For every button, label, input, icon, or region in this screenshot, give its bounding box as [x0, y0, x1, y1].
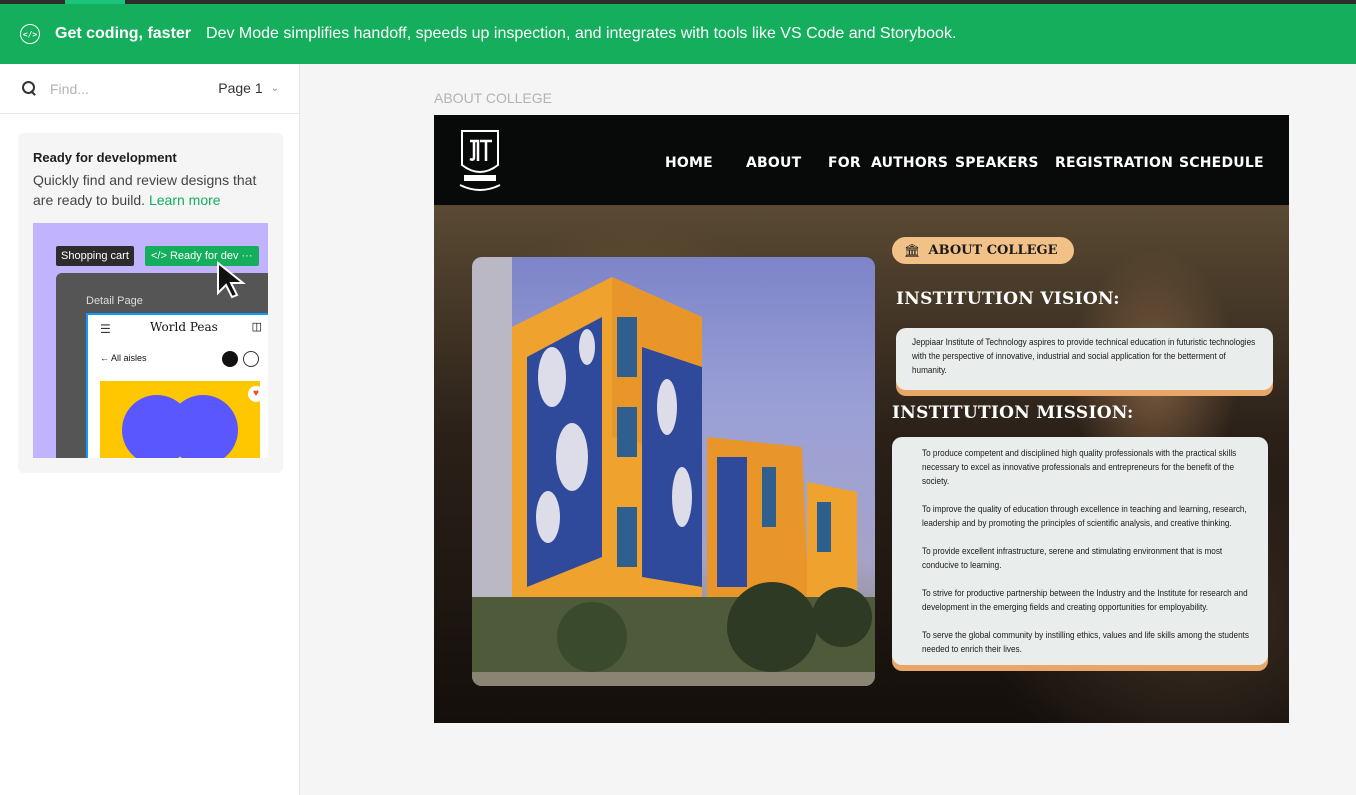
- dev-mode-banner: </> Get coding, faster Dev Mode simplifi…: [0, 4, 1356, 64]
- mission-item: To improve the quality of education thro…: [922, 504, 1247, 529]
- site-navbar: HOME ABOUT FOR AUTHORS SPEAKERS REGISTRA…: [434, 115, 1289, 205]
- preview-brand: World Peas: [150, 320, 218, 334]
- preview-aisles-label: All aisles: [111, 353, 147, 363]
- grid-icon: [222, 351, 238, 367]
- mission-list: To produce competent and disciplined hig…: [922, 447, 1257, 657]
- nav-speakers[interactable]: SPEAKERS: [955, 155, 1039, 171]
- mission-item: To provide excellent infrastructure, ser…: [922, 546, 1223, 571]
- nav-home[interactable]: HOME: [665, 155, 713, 171]
- vision-box: Jeppiaar Institute of Technology aspires…: [896, 328, 1273, 390]
- mission-item: To produce competent and disciplined hig…: [922, 448, 1237, 487]
- page-selector-label: Page 1: [218, 80, 263, 96]
- ready-for-dev-card: Ready for development Quickly find and r…: [18, 133, 283, 473]
- search-row: Page 1 ⌄: [0, 64, 299, 114]
- college-building-photo: [472, 257, 875, 686]
- search-input[interactable]: [50, 80, 180, 97]
- basket-icon: ◫: [251, 321, 262, 333]
- preview-code-icon: </>: [151, 250, 170, 262]
- left-sidebar: Page 1 ⌄ Ready for development Quickly f…: [0, 64, 300, 795]
- list-icon: [243, 351, 259, 367]
- card-description-text: Quickly find and review designs that are…: [33, 172, 257, 208]
- page-selector[interactable]: Page 1 ⌄: [218, 80, 279, 96]
- institution-icon: 🏛: [904, 242, 921, 258]
- code-icon: </>: [20, 24, 40, 44]
- preview-frame: Detail Page ☰ World Peas ◫ ← All aisles …: [56, 273, 268, 458]
- heart-icon: ♥: [248, 386, 260, 402]
- vision-heading: INSTITUTION VISION:: [896, 289, 1120, 309]
- building-illustration: [472, 257, 875, 686]
- menu-icon: ☰: [100, 322, 111, 336]
- college-logo: [459, 130, 501, 191]
- badge-label: ABOUT COLLEGE: [928, 243, 1058, 258]
- mission-heading: INSTITUTION MISSION:: [892, 403, 1134, 423]
- preview-aisles: ← All aisles: [100, 353, 147, 363]
- preview-cart-tag: Shopping cart: [56, 246, 134, 266]
- preview-phone: ☰ World Peas ◫ ← All aisles ♥: [86, 313, 268, 458]
- learn-more-link[interactable]: Learn more: [149, 192, 221, 208]
- vision-text: Jeppiaar Institute of Technology aspires…: [912, 337, 1256, 376]
- feature-preview-image: Shopping cart </> Ready for dev ··· Deta…: [33, 223, 268, 458]
- mission-box: To produce competent and disciplined hig…: [892, 437, 1268, 665]
- card-title: Ready for development: [33, 150, 177, 165]
- chevron-down-icon: ⌄: [270, 82, 279, 94]
- mission-item: To strive for productive partnership bet…: [922, 588, 1248, 613]
- about-college-frame[interactable]: HOME ABOUT FOR AUTHORS SPEAKERS REGISTRA…: [434, 115, 1289, 723]
- frame-label[interactable]: ABOUT COLLEGE: [434, 90, 552, 106]
- search-icon: [22, 80, 38, 97]
- preview-product-image: ♥: [100, 381, 260, 458]
- nav-schedule[interactable]: SCHEDULE: [1179, 155, 1264, 171]
- nav-about[interactable]: ABOUT: [746, 155, 801, 171]
- preview-blob: [168, 395, 238, 458]
- preview-detail-label: Detail Page: [86, 295, 143, 307]
- mission-item: To serve the global community by instill…: [922, 630, 1249, 655]
- banner-text: Dev Mode simplifies handoff, speeds up i…: [206, 25, 957, 42]
- card-description: Quickly find and review designs that are…: [33, 170, 268, 210]
- nav-registration[interactable]: REGISTRATION: [1055, 155, 1173, 171]
- nav-for-authors[interactable]: FOR AUTHORS: [828, 155, 948, 171]
- about-college-badge: 🏛 ABOUT COLLEGE: [892, 237, 1074, 264]
- cursor-icon: [217, 261, 246, 299]
- banner-title: Get coding, faster: [55, 25, 192, 42]
